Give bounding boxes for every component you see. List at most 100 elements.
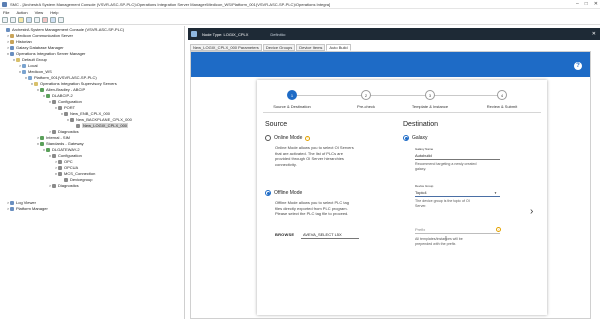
prefix-help-text: All templates/instances will be prepende… <box>415 237 463 247</box>
tab-device-groups[interactable]: Device Groups <box>262 44 296 51</box>
driver-icon <box>40 135 44 140</box>
console-tree-icon[interactable] <box>26 17 32 23</box>
close-icon[interactable]: ✕ <box>594 1 598 7</box>
tree-node[interactable]: > Internal - SIM <box>36 135 70 140</box>
close-editor-icon[interactable]: ✕ <box>592 31 596 37</box>
tree-node[interactable]: v Operations Integration Server Manager <box>6 51 85 56</box>
tree-node[interactable]: v Configuration <box>48 99 82 104</box>
tree-node[interactable]: > Historian <box>6 39 32 44</box>
tree-node[interactable]: v MCS_Connection <box>54 171 95 176</box>
online-mode-radio[interactable]: Online Mode ! <box>265 135 311 141</box>
tree-node[interactable]: > Medicon Communication Server <box>6 33 73 38</box>
radio-indicator[interactable] <box>265 190 271 196</box>
tree-node-selected[interactable]: New_LOGIX_CPLX_000 <box>72 123 129 128</box>
database-icon <box>10 45 14 50</box>
dropdown-arrow-icon[interactable]: ▼ <box>494 191 497 195</box>
tree-node[interactable]: > Diagnostics <box>48 183 79 188</box>
historian-icon <box>10 39 14 44</box>
tree-node[interactable]: > OPC <box>54 159 73 164</box>
warning-icon[interactable]: ! <box>496 227 501 232</box>
tree-node[interactable]: v New_ENB_CPLX_000 <box>60 111 110 116</box>
tree-node[interactable]: v Configuration <box>48 153 82 158</box>
tree-node[interactable]: > OPCUA <box>54 165 78 170</box>
help-line: prepended with the prefix. <box>415 242 457 246</box>
help-icon[interactable] <box>58 17 64 23</box>
minimize-icon[interactable]: – <box>576 1 579 7</box>
refresh-icon[interactable] <box>34 17 40 23</box>
galaxy-name-label: Galaxy Name <box>415 147 434 151</box>
step-4-circle: 4 <box>497 90 507 100</box>
tree-node[interactable]: Devicegroup <box>60 177 92 182</box>
tree-node[interactable]: v DLGATEWAY-2 <box>42 147 80 152</box>
menu-view[interactable]: View <box>35 10 44 15</box>
wizard-card: 1 2 3 4 Source & Destination Pre-check T… <box>257 80 547 315</box>
menu-help[interactable]: Help <box>50 10 58 15</box>
tab-auto-build[interactable]: Auto Build <box>326 44 351 51</box>
tree-node[interactable]: > Diagnostics <box>48 129 79 134</box>
tree-node[interactable]: v DLABCIP-2 <box>42 93 73 98</box>
tree-node[interactable]: > Platform Manager <box>6 206 48 211</box>
tree-node[interactable]: > Local <box>18 63 38 68</box>
delete-icon[interactable] <box>42 17 48 23</box>
help-line: galaxy. <box>415 167 427 171</box>
selected-file-name: AVEVA_SELECT L5X <box>303 232 342 237</box>
next-step-arrow-icon[interactable]: › <box>530 206 533 217</box>
device-group-select[interactable]: Topic4 <box>415 190 427 195</box>
text-cursor-icon: I <box>445 236 447 243</box>
desc-line: provided through OI Server hierarchies <box>275 156 344 162</box>
online-mode-description: Online Mode allows you to select OI Serv… <box>275 145 354 167</box>
console-icon <box>6 27 10 32</box>
folder-icon[interactable] <box>18 17 24 23</box>
browse-button[interactable]: BROWSE <box>275 232 294 237</box>
app-icon <box>2 1 7 7</box>
menu-action[interactable]: Action <box>16 10 27 15</box>
help-line: Server. <box>415 204 427 208</box>
galaxy-name-input[interactable]: Autobuild <box>415 153 432 158</box>
offline-mode-radio[interactable]: Offline Mode <box>265 190 302 196</box>
step-3-label: Template & Instance <box>411 104 449 109</box>
tree-node[interactable]: > Log Viewer <box>6 200 36 205</box>
configuration-icon <box>52 99 56 104</box>
tree-node[interactable]: v Standards - Gateway <box>36 141 84 146</box>
folder-icon <box>34 81 38 86</box>
prefix-underline <box>415 233 500 234</box>
properties-icon[interactable] <box>50 17 56 23</box>
opcua-icon <box>58 165 62 170</box>
prefix-input[interactable]: Prefix <box>415 227 425 232</box>
destination-title: Destination <box>403 121 439 128</box>
tab-parameters[interactable]: New_LOGIX_CPLX_000 Parameters <box>190 44 262 51</box>
galaxy-radio[interactable]: Galaxy <box>403 135 428 141</box>
warning-icon[interactable]: ! <box>305 135 311 141</box>
step-1-label: Source & Destination <box>273 104 311 109</box>
radio-indicator[interactable] <box>265 135 271 141</box>
opc-icon <box>58 159 62 164</box>
step-4-label: Review & Submit <box>486 104 518 109</box>
title-bar: SMC - [ArchestrA System Management Conso… <box>0 0 600 9</box>
tree-node[interactable]: v Allen-Bradley - ABCIP <box>36 87 85 92</box>
console-tree: ArchestrA System Management Console (VSV… <box>0 26 185 319</box>
tree-node[interactable]: v PORT <box>54 105 75 110</box>
tree-node[interactable]: > Galaxy Database Manager <box>6 45 64 50</box>
server-manager-icon <box>10 51 14 56</box>
configuration-icon <box>52 153 56 158</box>
maximize-icon[interactable]: □ <box>585 1 588 7</box>
tree-node[interactable]: v Default Group <box>12 57 47 62</box>
tree-node[interactable]: v Platform_001(VSVR-ASC-SP-PLC) <box>24 75 97 80</box>
tree-node[interactable]: v New_BACKPLANE_CPLX_000 <box>66 117 132 122</box>
help-button[interactable]: ? <box>574 62 582 70</box>
tree-node[interactable]: ArchestrA System Management Console (VSV… <box>2 27 124 32</box>
menu-file[interactable]: File <box>3 10 9 15</box>
window-controls: – □ ✕ <box>576 1 598 7</box>
radio-indicator[interactable] <box>403 135 409 141</box>
tree-node[interactable]: v Operations Integration Supervisory Serv… <box>30 81 117 86</box>
device-group-underline <box>415 196 500 197</box>
tree-node[interactable]: v Medicon_WS <box>18 69 52 74</box>
tab-device-items[interactable]: Device Items <box>296 44 326 51</box>
offline-mode-description: Offline Mode allows you to select PLC ta… <box>275 200 349 217</box>
object-header: Node Type: LOGIX_CPLX Definitio: ✕ <box>188 28 600 40</box>
back-icon[interactable] <box>2 17 8 23</box>
menu-bar: File Action View Help <box>0 9 600 16</box>
node-type: Node Type: LOGIX_CPLX <box>202 31 249 37</box>
wizard-header: ? <box>191 52 590 77</box>
forward-icon[interactable] <box>10 17 16 23</box>
